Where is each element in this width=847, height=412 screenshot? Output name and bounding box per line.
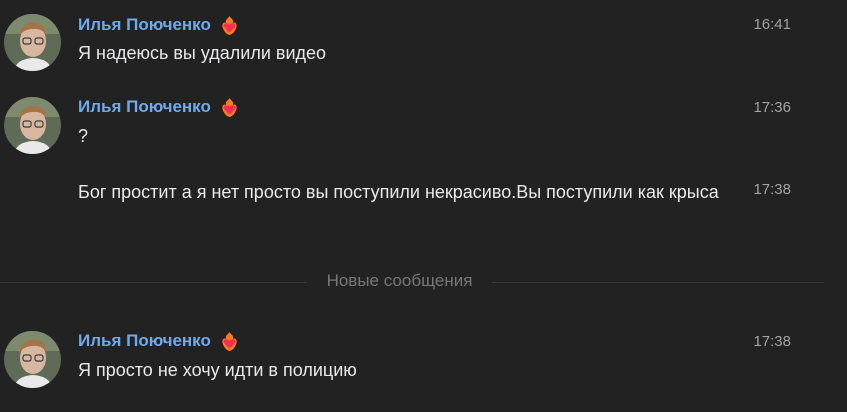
message-timestamp: 17:38 bbox=[753, 333, 791, 350]
message-timestamp: 17:38 bbox=[753, 181, 791, 198]
message-text: ? bbox=[78, 126, 89, 146]
author-name[interactable]: Илья Поюченко bbox=[78, 97, 211, 117]
avatar[interactable] bbox=[4, 97, 61, 154]
message-timestamp: 16:41 bbox=[753, 16, 791, 33]
avatar-image bbox=[4, 14, 61, 71]
divider-line bbox=[0, 282, 307, 283]
message-text: Я просто не хочу идти в полицию bbox=[78, 360, 357, 380]
avatar-image bbox=[4, 97, 61, 154]
message-header: Илья Поюченко bbox=[78, 330, 240, 352]
author-name[interactable]: Илья Поюченко bbox=[78, 15, 211, 35]
divider-line bbox=[492, 282, 824, 283]
author-name[interactable]: Илья Поюченко bbox=[78, 331, 211, 351]
message-header: Илья Поюченко bbox=[78, 14, 240, 36]
heart-fire-icon bbox=[219, 15, 240, 36]
avatar[interactable] bbox=[4, 14, 61, 71]
message-text: Бог простит а я нет просто вы поступили … bbox=[78, 182, 719, 202]
heart-fire-icon bbox=[219, 331, 240, 352]
heart-fire-icon bbox=[219, 97, 240, 118]
avatar-image bbox=[4, 331, 61, 388]
message-header: Илья Поюченко bbox=[78, 96, 240, 118]
avatar[interactable] bbox=[4, 331, 61, 388]
new-messages-divider: Новые сообщения bbox=[0, 271, 847, 290]
message-timestamp: 17:36 bbox=[753, 99, 791, 116]
message-text: Я надеюсь вы удалили видео bbox=[78, 43, 327, 63]
new-messages-label: Новые сообщения bbox=[326, 271, 473, 290]
